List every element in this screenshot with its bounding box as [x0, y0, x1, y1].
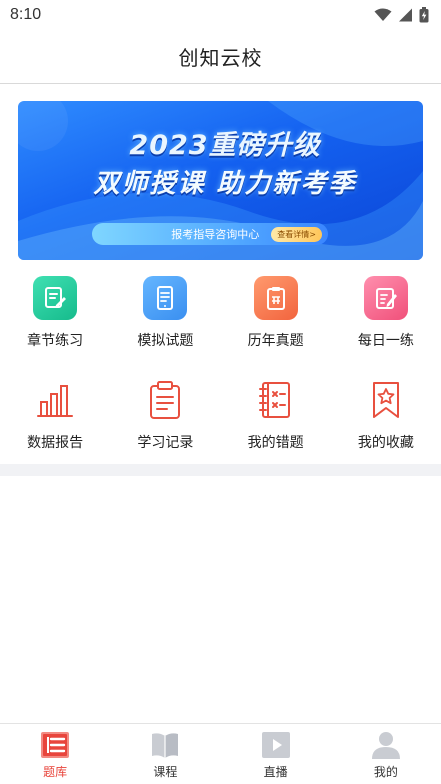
- clipboard-list-icon: [143, 378, 187, 422]
- battery-icon: [419, 7, 429, 23]
- signal-icon: [399, 8, 412, 22]
- star-bookmark-icon: [364, 378, 408, 422]
- bottom-tab-bar: 题库 课程 直播 我的: [0, 723, 441, 784]
- grid-item-daily-practice[interactable]: 每日一练: [331, 270, 441, 362]
- grid-item-my-favorites[interactable]: 我的收藏: [331, 372, 441, 464]
- banner-subheadline: 双师授课 助力新考季: [93, 169, 357, 199]
- user-icon: [371, 732, 400, 759]
- section-divider: [0, 464, 441, 476]
- banner-pill-text: 报考指导咨询中心: [171, 228, 260, 241]
- grid-item-data-report[interactable]: 数据报告: [0, 372, 110, 464]
- banner-headline: 2023重磅升级: [129, 130, 321, 161]
- question-bank-icon: [41, 732, 70, 758]
- tab-label: 题库: [43, 765, 68, 779]
- edit-doc-icon: [363, 276, 408, 320]
- tab-label: 我的: [373, 765, 398, 779]
- tablet-icon: [143, 276, 188, 320]
- banner-details-button[interactable]: 查看详情>: [271, 226, 322, 242]
- status-time: 8:10: [10, 6, 42, 23]
- grid-label: 历年真题: [247, 333, 304, 349]
- title-bar: 创知云校: [0, 30, 441, 84]
- play-icon: [261, 732, 290, 758]
- grid-item-chapter-practice[interactable]: 章节练习: [0, 270, 110, 362]
- grid-label: 我的错题: [247, 435, 304, 451]
- grid-label: 数据报告: [27, 435, 84, 451]
- tab-courses[interactable]: 课程: [110, 724, 220, 784]
- bar-chart-icon: [33, 378, 77, 422]
- feature-grid-row2: 数据报告 学习记录 我的错题 我的收藏: [0, 372, 441, 464]
- grid-label: 学习记录: [137, 435, 194, 451]
- status-icons: [374, 7, 429, 23]
- feature-grid-row1: 章节练习 模拟试题 历年真题 每日一练: [0, 270, 441, 362]
- grid-label: 每日一练: [357, 333, 414, 349]
- tab-question-bank[interactable]: 题库: [0, 724, 110, 784]
- tab-label: 直播: [263, 765, 288, 779]
- clipboard-icon: [253, 276, 298, 320]
- grid-item-mock-exam[interactable]: 模拟试题: [110, 270, 220, 362]
- banner-consult-pill[interactable]: 报考指导咨询中心 查看详情>: [92, 223, 328, 245]
- promo-banner[interactable]: 2023重磅升级 双师授课 助力新考季 报考指导咨询中心 查看详情>: [18, 101, 423, 260]
- book-icon: [152, 733, 179, 758]
- edit-note-icon: [33, 276, 78, 320]
- grid-item-study-record[interactable]: 学习记录: [110, 372, 220, 464]
- grid-label: 模拟试题: [137, 333, 194, 349]
- grid-label: 我的收藏: [357, 435, 414, 451]
- tab-live[interactable]: 直播: [221, 724, 331, 784]
- grid-item-past-papers[interactable]: 历年真题: [221, 270, 331, 362]
- tab-label: 课程: [153, 765, 178, 779]
- grid-label: 章节练习: [27, 333, 84, 349]
- wrong-book-icon: [254, 378, 298, 422]
- page-title: 创知云校: [178, 46, 263, 70]
- wifi-icon: [374, 8, 392, 21]
- status-bar: 8:10: [0, 0, 441, 30]
- grid-item-wrong-questions[interactable]: 我的错题: [221, 372, 331, 464]
- tab-profile[interactable]: 我的: [331, 724, 441, 784]
